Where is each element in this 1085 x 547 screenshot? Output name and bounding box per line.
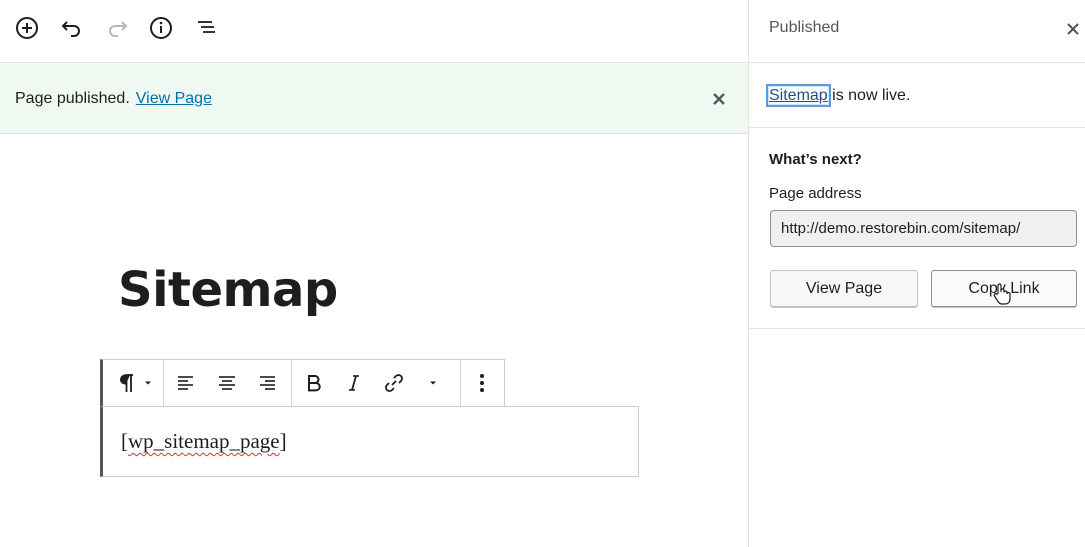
page-title[interactable]: Sitemap [118,262,338,318]
more-options-button[interactable] [470,360,494,406]
undo-icon [61,21,80,37]
more-options-group [460,360,504,406]
italic-button[interactable] [341,360,367,406]
page-address-label: Page address [769,185,862,202]
notice-dismiss-button[interactable] [708,88,730,110]
align-left-button[interactable] [173,360,199,406]
align-right-icon [260,376,275,390]
align-right-button[interactable] [254,360,280,406]
close-icon [713,93,725,105]
live-status-suffix: is now live. [827,87,911,104]
notice-text: Page published. View Page [15,90,212,108]
whats-next-section: What’s next? Page address View Page Copy… [749,128,1085,329]
alignment-group [163,360,292,406]
editor-top-toolbar [0,0,748,63]
link-button[interactable] [379,360,409,406]
live-status-text: Sitemap is now live. [766,84,911,107]
link-icon [385,374,403,392]
align-left-icon [178,376,193,390]
formatting-group [291,360,461,406]
italic-icon [349,375,359,391]
block-type-group [103,360,164,406]
bold-icon [308,375,321,392]
redo-button[interactable] [102,13,132,43]
more-vertical-icon [480,374,484,392]
shortcode-text: [wp_sitemap_page] [121,429,287,454]
chevron-down-icon [430,381,436,385]
details-button[interactable] [146,13,176,43]
outline-button[interactable] [191,13,221,43]
view-page-button[interactable]: View Page [770,270,918,307]
notice-message: Page published. [15,90,130,107]
shortcode-open: [ [121,429,128,453]
shortcode-paragraph-block[interactable]: [wp_sitemap_page] [100,406,639,477]
panel-title: Published [769,19,840,36]
outline-icon [198,21,215,33]
add-block-button[interactable] [12,13,42,43]
panel-close-button[interactable] [1062,18,1084,40]
align-center-icon [219,376,235,390]
post-publish-panel: Published Sitemap is now live. What’s ne… [748,0,1085,547]
whats-next-heading: What’s next? [769,151,862,168]
panel-header: Published [749,0,1085,63]
paragraph-transform-button[interactable] [113,360,157,406]
more-formatting-button[interactable] [421,360,445,406]
bold-button[interactable] [301,360,327,406]
redo-icon [109,21,128,37]
close-icon [1067,23,1079,35]
shortcode-close: ] [279,429,287,453]
info-icon [150,17,172,39]
undo-button[interactable] [57,13,87,43]
live-status-section: Sitemap is now live. [749,63,1085,128]
shortcode-name: wp_sitemap_page [128,429,280,453]
add-block-icon [16,17,38,39]
hand-cursor-icon [993,283,1011,305]
block-toolbar [100,359,505,406]
chevron-down-icon [145,381,151,385]
live-page-link[interactable]: Sitemap [766,84,831,107]
page-address-input[interactable] [770,210,1077,247]
notice-view-page-link[interactable]: View Page [136,90,212,107]
editor-canvas: Page published. View Page Sitemap [wp_si… [0,0,748,547]
publish-notice: Page published. View Page [0,63,748,134]
align-center-button[interactable] [214,360,240,406]
paragraph-icon [120,374,133,392]
